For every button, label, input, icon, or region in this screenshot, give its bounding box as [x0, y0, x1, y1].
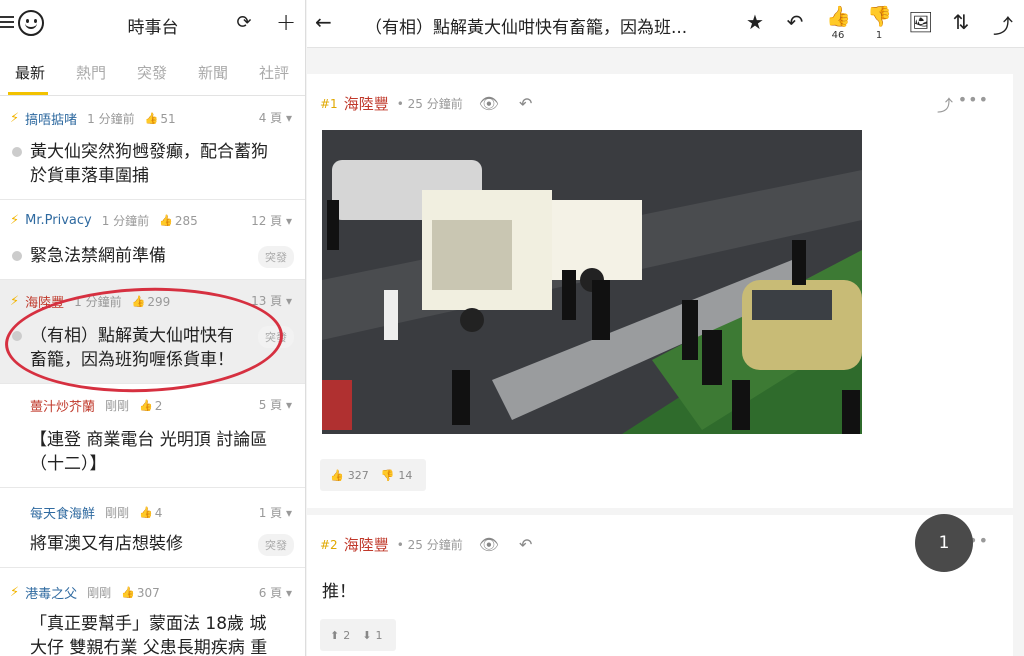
- post-floor: #1: [320, 96, 338, 111]
- share-icon[interactable]: ⤴: [991, 10, 1015, 39]
- thumbs-down-icon[interactable]: 👎: [381, 469, 395, 482]
- more-options-icon[interactable]: •••: [958, 90, 989, 109]
- topic-title[interactable]: 黃大仙突然狗乸發癲，配合蓄狗 於貨車落車圍捕: [30, 140, 296, 188]
- tab-editorial[interactable]: 社評: [259, 46, 289, 83]
- topic-pages[interactable]: 6 頁 ▾: [259, 584, 292, 601]
- topic-pages[interactable]: 5 頁 ▾: [259, 396, 292, 413]
- channel-title: 時事台: [127, 18, 179, 38]
- quote-reply-icon[interactable]: ↶: [519, 94, 532, 113]
- breaking-tag: 突發: [258, 246, 294, 268]
- sort-toggle-icon[interactable]: ⇅: [949, 10, 973, 34]
- back-arrow-icon[interactable]: ←: [315, 10, 332, 34]
- refresh-icon[interactable]: ⟳: [234, 13, 254, 33]
- unread-dot: [12, 251, 22, 261]
- topic-author[interactable]: 每天食海鮮: [30, 503, 95, 522]
- post-photo[interactable]: [322, 130, 862, 434]
- star-icon[interactable]: ★: [743, 10, 767, 34]
- image-mode-icon[interactable]: 🖼: [908, 10, 933, 34]
- topic-likes: 307: [136, 585, 160, 600]
- post-vote-box: 👍 327 👎 14: [320, 459, 427, 491]
- topic-item[interactable]: ⚡ 港毒之父 剛剛 👍 307 6 頁 ▾ 「真正要幫手」蒙面法 18歲 城大仔 雙親冇…: [0, 568, 305, 656]
- post-1: #1 海陸豐 • 25 分鐘前 👁 ↶ ⤴ ••• 👍 327 👎 14: [307, 74, 1013, 508]
- reply-icon[interactable]: ↶: [783, 10, 807, 34]
- post-author[interactable]: 海陸豐: [344, 534, 389, 555]
- tab-breaking[interactable]: 突發: [137, 46, 167, 83]
- thumbs-up-icon: 👍: [121, 586, 135, 599]
- topic-title[interactable]: 將軍澳又有店想裝修: [30, 532, 256, 556]
- topic-likes: 2: [154, 398, 163, 413]
- eye-icon[interactable]: 👁: [479, 535, 499, 554]
- topic-title[interactable]: 緊急法禁網前準備: [30, 244, 256, 268]
- share-icon[interactable]: ⤴: [937, 92, 953, 116]
- thumbs-up-icon: 👍: [139, 399, 153, 412]
- post-upvotes: 327: [347, 468, 369, 482]
- post-downvotes: 14: [398, 468, 413, 482]
- topic-item[interactable]: ⚡ Mr.Privacy 1 分鐘前 👍 285 12 頁 ▾ 緊急法禁網前準備 突發: [0, 200, 305, 280]
- post-2: #2 海陸豐 • 25 分鐘前 👁 ↶ ••• 推！ ⬆ 2 ⬇ 1: [307, 515, 1013, 656]
- topic-item[interactable]: 薑汁炒芥蘭 剛剛 👍 2 5 頁 ▾ 【連登 商業電台 光明頂 討論區 （十二）】: [0, 384, 305, 488]
- post-downvotes: 1: [375, 628, 383, 642]
- topic-title[interactable]: 「真正要幫手」蒙面法 18歲 城大仔 雙親冇業 父患長期疾病 重: [30, 612, 296, 656]
- active-tab-indicator: [8, 92, 48, 95]
- topic-author[interactable]: 港毒之父: [25, 583, 77, 602]
- topic-pages[interactable]: 4 頁 ▾: [259, 109, 292, 126]
- breaking-tag: 突發: [258, 534, 294, 556]
- thread-title: （有相）點解黃大仙咁快有畜籠，因為班...: [365, 18, 688, 38]
- topic-item[interactable]: 每天食海鮮 剛剛 👍 4 1 頁 ▾ 將軍澳又有店想裝修 突發: [0, 488, 305, 568]
- post-time: 25 分鐘前: [407, 97, 463, 111]
- thread-like-count: 46: [831, 30, 845, 41]
- topic-title[interactable]: 【連登 商業電台 光明頂 討論區 （十二）】: [30, 428, 296, 476]
- unread-dot: [12, 147, 22, 157]
- topic-author[interactable]: 薑汁炒芥蘭: [30, 396, 95, 415]
- category-tabs: 最新 熱門 突發 新聞 社評: [0, 46, 305, 96]
- topic-author[interactable]: 搞唔掂啫: [25, 109, 77, 128]
- tab-news[interactable]: 新聞: [198, 46, 228, 83]
- hot-bolt-icon: ⚡: [10, 213, 20, 228]
- post-author[interactable]: 海陸豐: [344, 93, 389, 114]
- tab-hot[interactable]: 熱門: [76, 46, 106, 83]
- thumbs-up-icon[interactable]: 👍: [826, 4, 851, 28]
- topic-pages[interactable]: 1 頁 ▾: [259, 504, 292, 521]
- topic-likes: 285: [174, 213, 198, 228]
- hot-bolt-icon: ⚡: [10, 111, 20, 126]
- thumbs-up-icon: 👍: [159, 214, 173, 227]
- hot-bolt-icon: ⚡: [10, 294, 20, 309]
- topic-time: 剛剛: [105, 399, 130, 413]
- sidebar-header: 時事台 ⟳ +: [0, 0, 305, 46]
- post-text: 推！: [322, 582, 356, 602]
- post-upvotes: 2: [343, 628, 351, 642]
- topic-time: 1 分鐘前: [101, 214, 150, 228]
- thumbs-up-icon: 👍: [139, 506, 153, 519]
- topic-item[interactable]: ⚡ 搞唔掂啫 1 分鐘前 👍 51 4 頁 ▾ 黃大仙突然狗乸發癲，配合蓄狗 於貨車落車圍…: [0, 97, 305, 200]
- new-topic-icon[interactable]: +: [275, 10, 297, 34]
- topic-time: 剛剛: [87, 586, 112, 600]
- topic-pages[interactable]: 12 頁 ▾: [251, 212, 292, 229]
- topic-likes: 51: [160, 111, 176, 126]
- topic-likes: 4: [154, 505, 163, 520]
- topic-list-pane: 時事台 ⟳ + 最新 熱門 突發 新聞 社評 ⚡ 搞唔掂啫 1 分鐘前 👍 51 4 頁…: [0, 0, 306, 656]
- quote-reply-icon[interactable]: ↶: [519, 535, 532, 554]
- post-vote-box: ⬆ 2 ⬇ 1: [320, 619, 397, 651]
- thread-pane: ← （有相）點解黃大仙咁快有畜籠，因為班... ★ ↶ 👍 46 👎 1 🖼 ⇅…: [307, 0, 1024, 656]
- topic-time: 1 分鐘前: [87, 112, 135, 126]
- eye-icon[interactable]: 👁: [479, 94, 499, 113]
- thread-dislike-count: 1: [875, 30, 883, 41]
- topic-time: 剛剛: [105, 506, 130, 520]
- thumbs-up-icon[interactable]: 👍: [330, 469, 344, 482]
- thread-header: ← （有相）點解黃大仙咁快有畜籠，因為班... ★ ↶ 👍 46 👎 1 🖼 ⇅…: [307, 0, 1024, 48]
- arrow-down-icon[interactable]: ⬇: [362, 629, 371, 642]
- post-floor: #2: [320, 537, 338, 552]
- post-time: 25 分鐘前: [407, 538, 463, 552]
- hot-bolt-icon: ⚡: [10, 585, 20, 600]
- topic-author[interactable]: Mr.Privacy: [25, 213, 92, 228]
- thumbs-up-icon: 👍: [144, 112, 159, 125]
- thumbs-down-icon[interactable]: 👎: [867, 4, 892, 28]
- tab-latest[interactable]: 最新: [15, 46, 45, 83]
- arrow-up-icon[interactable]: ⬆: [330, 629, 339, 642]
- page-indicator-badge[interactable]: 1: [915, 514, 973, 572]
